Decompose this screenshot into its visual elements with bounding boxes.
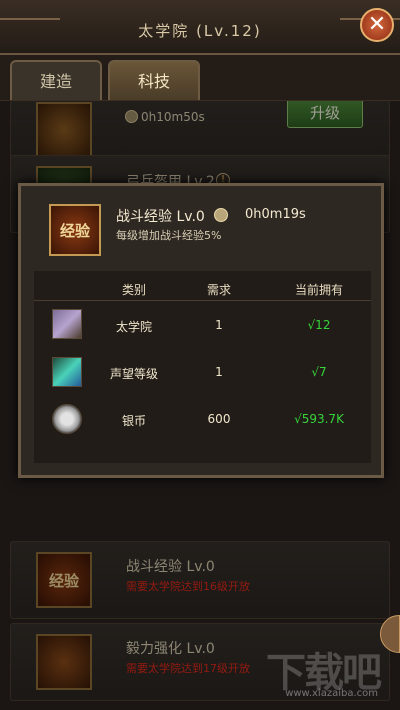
academy-icon [52,309,82,339]
tech-detail-popup: 经验 战斗经验 Lv.0 0h0m19s 每级增加战斗经验5% 类别 需求 当前… [18,183,384,478]
battle-exp-icon-text: 经验 [59,222,90,240]
cell-category: 声望等级 [109,367,158,381]
watermark-url: www.xiazaiba.com [285,688,378,699]
cell-need: 1 [215,365,223,379]
tab-build[interactable]: 建造 [10,60,102,100]
silver-coin-icon [52,404,82,434]
requirement-table: 类别 需求 当前拥有 太学院 1 √12 声望等级 1 √7 银币 600 √5… [34,271,371,463]
prestige-icon [52,357,82,387]
header-bar: 太学院 (Lv.12) ✕ [0,0,400,55]
cell-have: √593.7K [294,412,344,426]
cell-category: 银币 [121,414,146,428]
page-title-name: 太学院 [138,22,190,40]
cell-have: √12 [307,318,331,332]
header-ornament-left [0,0,60,20]
popup-title: 战斗经验 Lv.0 [116,209,205,225]
column-header-category: 类别 [121,283,146,297]
close-icon: ✕ [367,12,387,37]
cell-have: √7 [311,365,327,379]
clock-icon [214,208,228,222]
column-header-need: 需求 [206,283,231,297]
popup-time: 0h0m19s [245,207,306,222]
tab-tech[interactable]: 科技 [108,60,200,100]
cell-category: 太学院 [115,320,152,334]
tab-bar: 建造 科技 [0,55,400,100]
cell-need: 1 [215,318,223,332]
page-title: 太学院 (Lv.12) [0,20,400,41]
page-title-level: (Lv.12) [196,22,262,40]
header-divider [34,300,371,301]
cell-need: 600 [207,412,231,426]
popup-description: 每级增加战斗经验5% [116,229,222,242]
battle-exp-icon: 经验 [49,204,101,256]
column-header-have: 当前拥有 [294,283,343,297]
close-button[interactable]: ✕ [360,8,394,42]
